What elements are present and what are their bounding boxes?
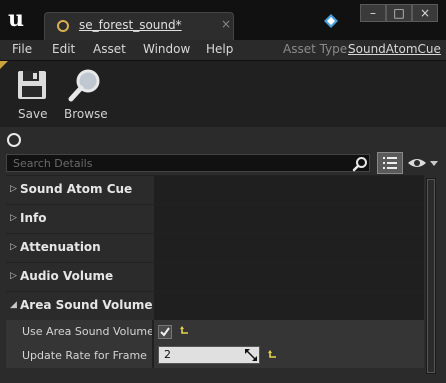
column-divider[interactable] xyxy=(152,344,154,368)
menu-window[interactable]: Window xyxy=(143,42,190,56)
menu-edit[interactable]: Edit xyxy=(52,42,75,56)
property-label: Update Rate for Frame xyxy=(22,349,147,362)
title-bar: u se_forest_sound* × – □ × xyxy=(0,0,446,40)
magnifier-icon xyxy=(68,69,100,102)
category-info[interactable]: ▷ Info xyxy=(6,204,424,233)
search-icon[interactable] xyxy=(352,156,368,172)
reset-to-default-icon[interactable] xyxy=(268,350,278,360)
use-area-sound-volume-checkbox[interactable] xyxy=(158,325,172,339)
expand-arrow-icon: ▷ xyxy=(10,242,17,252)
tab-close-button[interactable]: × xyxy=(221,17,231,31)
vertical-scrollbar[interactable] xyxy=(426,178,436,374)
scrollbar-thumb[interactable] xyxy=(427,179,435,373)
category-label: Info xyxy=(20,211,47,225)
reset-to-default-icon[interactable] xyxy=(180,326,190,336)
resize-arrows-icon[interactable] xyxy=(245,349,257,361)
view-options-button[interactable] xyxy=(377,152,403,174)
category-label: Audio Volume xyxy=(20,269,114,283)
category-audio-volume[interactable]: ▷ Audio Volume xyxy=(6,262,424,291)
browse-button[interactable]: Browse xyxy=(60,67,110,123)
minimize-button[interactable]: – xyxy=(360,4,386,22)
search-details-input[interactable] xyxy=(7,155,359,171)
expand-arrow-icon: ▷ xyxy=(10,184,17,194)
category-label: Area Sound Volume xyxy=(20,298,153,312)
collapse-arrow-icon: ◢ xyxy=(10,300,17,310)
unreal-logo-icon: u xyxy=(8,6,24,32)
property-row-use-area-sound-volume: Use Area Sound Volume xyxy=(6,320,424,344)
category-attenuation[interactable]: ▷ Attenuation xyxy=(6,233,424,262)
menu-file[interactable]: File xyxy=(12,42,32,56)
checkmark-icon xyxy=(160,327,170,337)
menu-asset[interactable]: Asset xyxy=(93,42,126,56)
sound-cue-icon xyxy=(57,20,69,32)
search-box xyxy=(6,154,370,172)
menu-bar: File Edit Asset Window Help Asset Type: … xyxy=(0,40,446,60)
expand-arrow-icon: ▷ xyxy=(10,271,17,281)
eye-dropdown-icon[interactable] xyxy=(407,155,439,171)
details-tab-icon[interactable] xyxy=(7,133,21,147)
category-label: Sound Atom Cue xyxy=(20,182,133,196)
toolbar: Save Browse xyxy=(0,60,446,127)
save-button[interactable]: Save xyxy=(10,67,54,123)
source-control-icon[interactable] xyxy=(324,14,338,28)
maximize-button[interactable]: □ xyxy=(386,4,412,22)
browse-label: Browse xyxy=(64,107,108,121)
document-tab[interactable]: se_forest_sound* × xyxy=(44,12,234,40)
property-label: Use Area Sound Volume xyxy=(22,325,154,338)
update-rate-input[interactable]: 2 xyxy=(158,346,260,364)
details-panel: ▷ Sound Atom Cue ▷ Info ▷ Attenuation ▷ … xyxy=(0,127,446,383)
expand-arrow-icon: ▷ xyxy=(10,213,17,223)
column-divider[interactable] xyxy=(152,320,154,344)
tab-title: se_forest_sound* xyxy=(79,18,182,32)
save-label: Save xyxy=(18,107,48,121)
toolbar-accent xyxy=(0,61,8,69)
category-sound-atom-cue[interactable]: ▷ Sound Atom Cue xyxy=(6,175,424,204)
save-icon xyxy=(18,71,46,99)
update-rate-value: 2 xyxy=(164,348,171,361)
category-area-sound-volume[interactable]: ◢ Area Sound Volume xyxy=(6,291,424,320)
property-row-update-rate: Update Rate for Frame 2 xyxy=(6,344,424,368)
category-label: Attenuation xyxy=(20,240,101,254)
asset-type-link[interactable]: SoundAtomCue xyxy=(348,42,441,56)
menu-help[interactable]: Help xyxy=(206,42,233,56)
close-window-button[interactable]: × xyxy=(412,4,438,22)
list-view-icon xyxy=(383,157,397,169)
asset-type-label: Asset Type: xyxy=(283,42,352,56)
